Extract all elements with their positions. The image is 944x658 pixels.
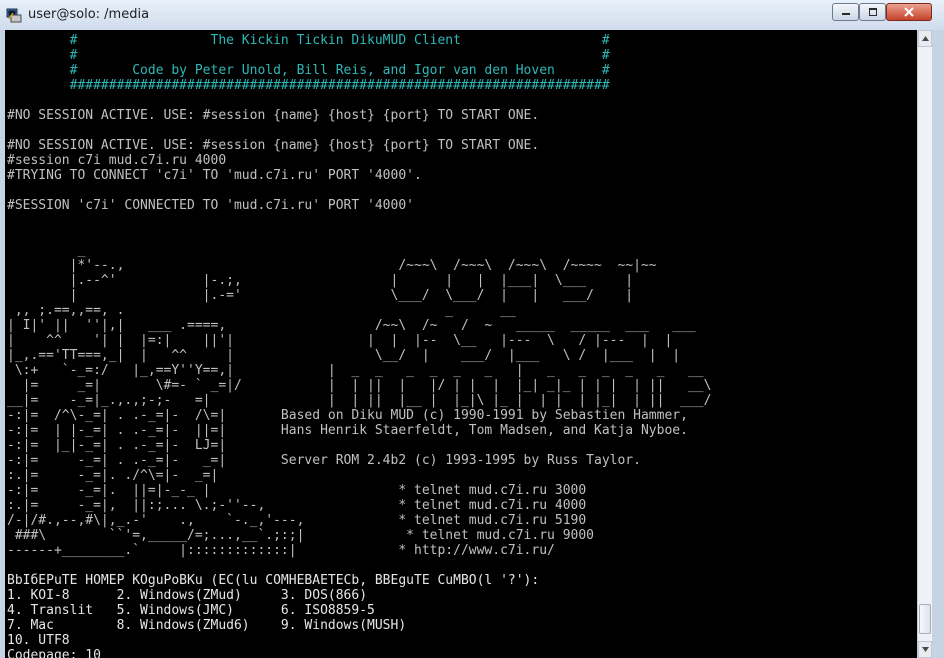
terminal-line: \:+ `-_=:/ |_,==Y''Y==,| | _ _ _ _ _ _ |… xyxy=(7,363,704,378)
terminal-line: #TRYING TO CONNECT 'c7i' TO 'mud.c7i.ru'… xyxy=(7,168,422,183)
minimize-icon xyxy=(841,13,850,15)
terminal-line: /-|/#.,--,#\|,_.-' ., `-._,'---, * telne… xyxy=(7,513,587,528)
terminal-line: 4. Translit 5. Windows(JMC) 6. ISO8859-5 xyxy=(7,603,375,618)
arrow-up-icon xyxy=(921,36,929,41)
terminal-line: __|= -_=|_.,.,;-;- =| | | || |__ | |_|\ … xyxy=(7,393,712,408)
terminal-line: BbIбEPuTE HOMEP KOguPoBKu (EC(lu COMHEBA… xyxy=(7,573,540,588)
terminal-line: |.--^' |-.;, | | | |___| \___ | xyxy=(7,273,634,288)
terminal-line: |*'--., /~~~\ /~~~\ /~~~\ /~~~~ ~~|~~ xyxy=(7,258,657,273)
maximize-icon xyxy=(868,8,877,16)
terminal-line: |_,.=='TT===,_| | ^^ | \__/ | ___/ |___ … xyxy=(7,348,681,363)
scroll-up-button[interactable] xyxy=(918,30,932,47)
vertical-scrollbar[interactable] xyxy=(917,30,932,658)
window-frame-right xyxy=(932,30,944,658)
terminal-line: # # xyxy=(7,48,610,63)
close-button[interactable] xyxy=(886,3,932,21)
terminal-line: -:|= /^\-_=| . .-_=|- /\=| Based on Diku… xyxy=(7,408,688,423)
terminal-line: Codepage: 10 xyxy=(7,648,101,658)
terminal-line: # Code by Peter Unold, Bill Reis, and Ig… xyxy=(7,63,610,78)
terminal-line: | I|' || ''|,| ___ .====, /~~\ /~ / ~ __… xyxy=(7,318,696,333)
terminal-line: 7. Mac 8. Windows(ZMud6) 9. Windows(MUSH… xyxy=(7,618,407,633)
terminal-line: #session c7i mud.c7i.ru 4000 xyxy=(7,153,227,168)
terminal-line: 1. KOI-8 2. Windows(ZMud) 3. DOS(866) xyxy=(7,588,368,603)
terminal-line: |= _=| \#=- ` _=|/ | | || | |/ | | | |_|… xyxy=(7,378,712,393)
maximize-button[interactable] xyxy=(859,3,886,21)
terminal-line: -:|= -_=|. ||=|-_-_ | * telnet mud.c7i.r… xyxy=(7,483,587,498)
scroll-down-button[interactable] xyxy=(918,641,932,658)
terminal-line: #NO SESSION ACTIVE. USE: #session {name}… xyxy=(7,108,540,123)
close-icon xyxy=(904,7,914,17)
terminal-line: | ^^ '| | |=:| ||'| | | |-- \__ |--- \ /… xyxy=(7,333,673,348)
putty-terminal-icon xyxy=(6,7,22,23)
terminal-line: ###\ ``'=,_____/=;...,__`.;:;| * telnet … xyxy=(7,528,594,543)
title-bar[interactable]: user@solo: /media xyxy=(0,0,944,31)
terminal-line: _ xyxy=(7,243,86,258)
window-title: user@solo: /media xyxy=(28,7,150,22)
terminal-output[interactable]: # The Kickin Tickin DikuMUD Client # # #… xyxy=(5,30,917,658)
terminal-line: # The Kickin Tickin DikuMUD Client # xyxy=(7,33,610,48)
terminal-line: ,, ;.==,,==, . _ __ xyxy=(7,303,516,318)
terminal-line: :.|= -_=|, ||:;... \.;-''--, * telnet mu… xyxy=(7,498,587,513)
terminal-line: 10. UTF8 xyxy=(7,633,70,648)
terminal-line: #NO SESSION ACTIVE. USE: #session {name}… xyxy=(7,138,540,153)
terminal-line: :.|= -_=|. ./^\=|- _=| xyxy=(7,468,219,483)
terminal-line: -:|= |_|-_=| . .-_=|- LJ=| xyxy=(7,438,227,453)
terminal-line: -:|= | |-_=| . .-_=|- ||=| Hans Henrik S… xyxy=(7,423,688,438)
terminal-line: #SESSION 'c7i' CONNECTED TO 'mud.c7i.ru'… xyxy=(7,198,414,213)
terminal-line: -:|= -_=| . .-_=|- _=| Server ROM 2.4b2 … xyxy=(7,453,641,468)
minimize-button[interactable] xyxy=(832,3,859,21)
terminal-line: | |.-=' \___/ \___/ | | ___/ | xyxy=(7,288,634,303)
terminal-line: ########################################… xyxy=(7,78,610,93)
terminal-line: ------+________.` |:::::::::::::| * http… xyxy=(7,543,555,558)
arrow-down-icon xyxy=(921,647,929,652)
scrollbar-thumb[interactable] xyxy=(919,604,931,634)
